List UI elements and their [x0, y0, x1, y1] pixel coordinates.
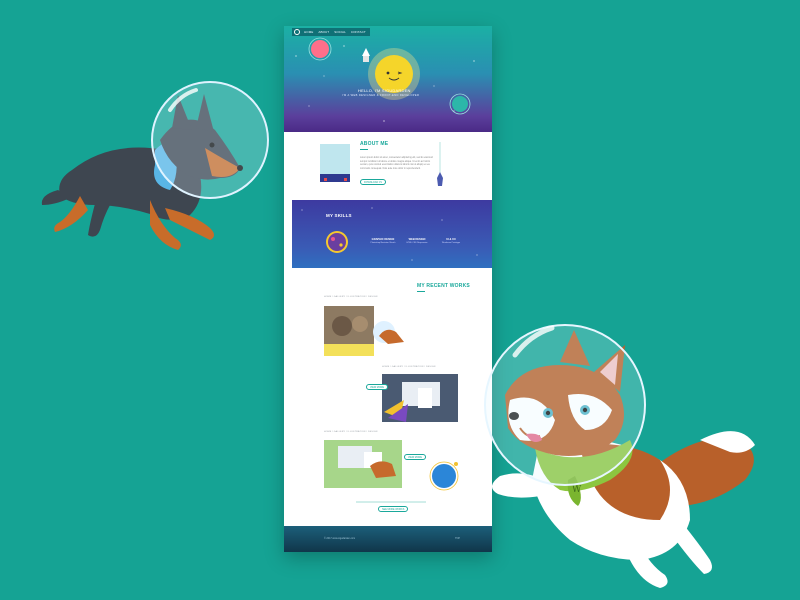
work-1-breadcrumb[interactable]: HOME / GALLERY / ILLUSTRATION / DESIGN — [324, 296, 378, 298]
about-rule — [360, 149, 368, 150]
skill-heading: UI & UX — [446, 238, 456, 241]
hero-subtitle: I'M A WEB DESIGNER & FRONT-END DEVELOPER — [342, 94, 420, 97]
hero-section: HOME ABOUT SOCIAL CONTACT HELLO, I'M SIG… — [284, 26, 492, 132]
website-mockup: HOME ABOUT SOCIAL CONTACT HELLO, I'M SIG… — [284, 26, 492, 552]
back-to-top-link[interactable]: TOP — [455, 537, 460, 540]
skill-heading: WEB DESIGN — [408, 238, 426, 241]
works-rule — [417, 291, 425, 292]
bandana-w-letter: W — [572, 485, 582, 495]
skills-title: MY SKILLS — [326, 213, 352, 218]
nav-item-contact[interactable]: CONTACT — [351, 30, 366, 34]
see-more-works-button[interactable]: SEE MORE WORKS — [378, 506, 409, 513]
work-2-thumbnail — [382, 374, 458, 422]
about-text: Lorem ipsum dolor sit amet, consectetur … — [360, 157, 433, 170]
skills-art — [301, 207, 478, 261]
footer-copyright: © 2017 www.sigudarden.com — [324, 537, 356, 540]
nav-item-about[interactable]: ABOUT — [318, 30, 329, 34]
skill-desc: HTML CSS Responsive — [406, 241, 428, 244]
download-cv-button[interactable]: DOWNLOAD CV — [360, 179, 387, 186]
logo-icon[interactable] — [294, 29, 300, 35]
hero-title: HELLO, I'M SIGUDARDEN — [358, 88, 411, 93]
work-3-breadcrumb[interactable]: HOME / GALLERY / ILLUSTRATION / DESIGN — [324, 431, 378, 433]
skill-web-design: WEB DESIGN HTML CSS Responsive — [400, 238, 434, 244]
skill-ui-ux: UI & UX Wireframe Prototype — [434, 238, 468, 244]
skills-section: MY SKILLS GRAPHIC DESIGN Photoshop Illus… — [292, 200, 492, 268]
work-3-thumbnail — [324, 440, 402, 488]
about-title: ABOUT ME — [360, 141, 389, 147]
skill-heading: GRAPHIC DESIGN — [371, 238, 395, 241]
skill-graphic-design: GRAPHIC DESIGN Photoshop Illustrator Ske… — [366, 238, 400, 244]
nav-item-home[interactable]: HOME — [304, 30, 313, 34]
work-3-view-button[interactable]: VIEW MORE — [404, 454, 426, 461]
skill-desc: Photoshop Illustrator Sketch — [370, 241, 396, 244]
hero-space-art — [295, 37, 475, 122]
work-1-thumbnail — [324, 306, 374, 356]
works-title: MY RECENT WORKS — [417, 283, 470, 289]
work-2-view-button[interactable]: VIEW MORE — [366, 384, 388, 391]
footer: © 2017 www.sigudarden.com TOP — [284, 526, 492, 552]
nav-item-social[interactable]: SOCIAL — [334, 30, 346, 34]
top-nav: HOME ABOUT SOCIAL CONTACT — [292, 28, 370, 36]
skill-desc: Wireframe Prototype — [441, 241, 461, 244]
work-2-breadcrumb[interactable]: HOME / GALLERY / ILLUSTRATION / DESIGN — [382, 366, 436, 368]
